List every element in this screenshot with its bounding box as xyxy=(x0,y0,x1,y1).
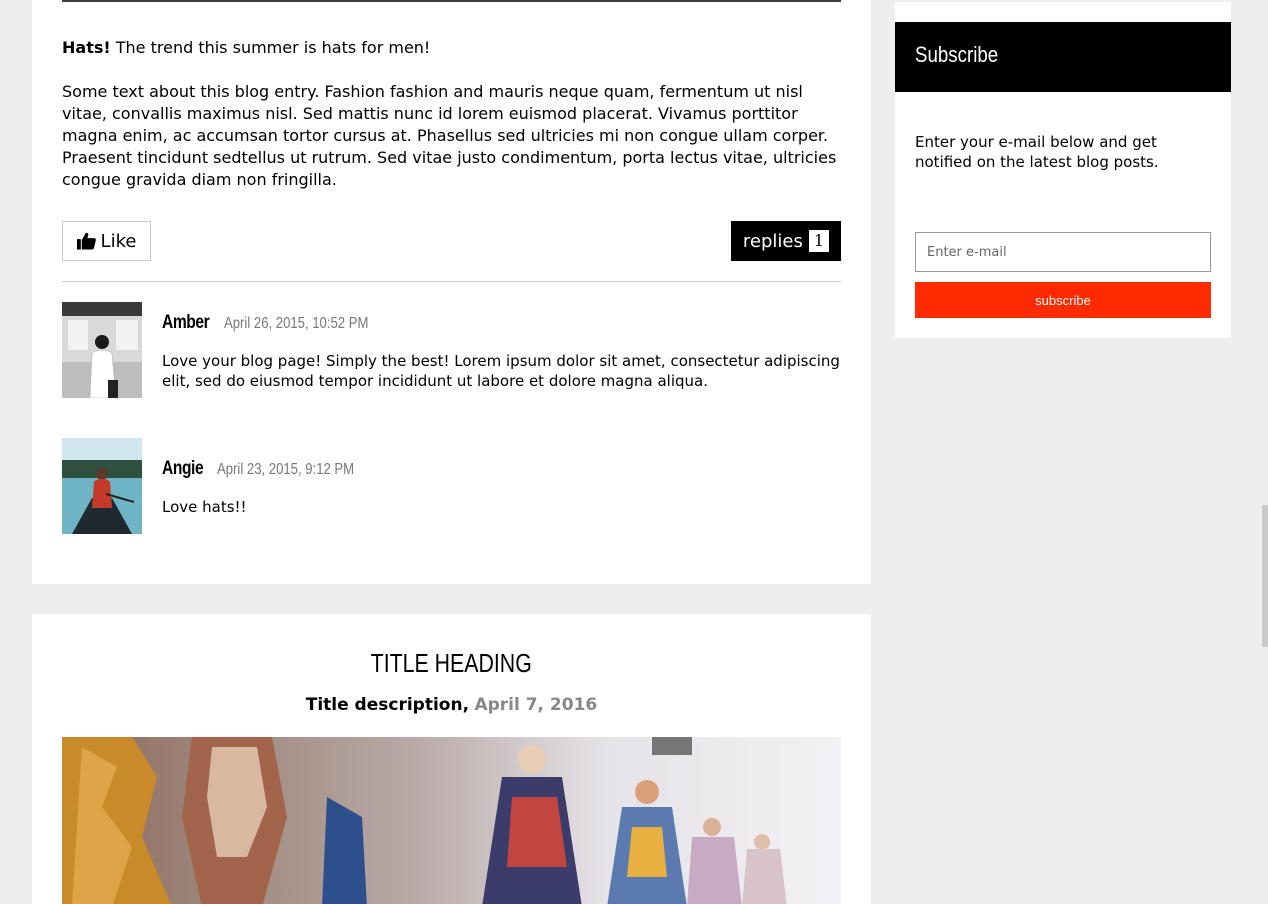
blog-post-card: TITLE HEADING Title description, April 7… xyxy=(32,614,871,904)
post-title-text: TITLE HEADING xyxy=(370,648,533,678)
post-image-bottom-edge xyxy=(62,0,841,2)
like-label: Like xyxy=(100,230,137,252)
comment-header: Amber April 26, 2015, 10:52 PM xyxy=(162,312,400,334)
comment-header: Angie April 23, 2015, 9:12 PM xyxy=(162,458,384,480)
post-lead: Hats! The trend this summer is hats for … xyxy=(62,38,430,58)
replies-button[interactable]: replies 1 xyxy=(731,221,841,261)
post-body: Some text about this blog entry. Fashion… xyxy=(62,82,837,189)
scrollbar-track[interactable] xyxy=(1262,0,1268,892)
comment-author: Amber xyxy=(162,312,210,333)
comment-date: April 26, 2015, 10:52 PM xyxy=(224,315,369,332)
post-description: Title description, April 7, 2016 xyxy=(32,695,871,715)
email-input[interactable] xyxy=(915,232,1211,272)
avatar xyxy=(62,438,142,534)
post-description-text: Title description, xyxy=(305,695,470,715)
replies-label: replies xyxy=(742,230,803,252)
replies-count-badge: 1 xyxy=(808,230,830,252)
widget-top-divider xyxy=(895,0,1231,2)
scrollbar-thumb[interactable] xyxy=(1262,505,1268,647)
subscribe-header: Subscribe xyxy=(895,22,1231,92)
post-lead-text: The trend this summer is hats for men! xyxy=(115,38,431,57)
post-lead-bold: Hats! xyxy=(62,38,111,57)
subscribe-widget: Subscribe Enter your e-mail below and ge… xyxy=(895,0,1231,338)
subscribe-title: Subscribe xyxy=(915,42,999,67)
subscribe-button[interactable]: subscribe xyxy=(915,282,1211,318)
comments-divider xyxy=(62,281,841,282)
comment-author: Angie xyxy=(162,458,204,479)
post-date: April 7, 2016 xyxy=(474,695,598,715)
comment-text: Love your blog page! Simply the best! Lo… xyxy=(162,352,840,390)
subscribe-text: Enter your e-mail below and get notified… xyxy=(915,133,1159,171)
post-image xyxy=(62,737,841,904)
comment-text: Love hats!! xyxy=(162,498,247,516)
post-title: TITLE HEADING xyxy=(32,648,871,679)
blog-post-card: Hats! The trend this summer is hats for … xyxy=(32,0,871,584)
avatar xyxy=(62,302,142,398)
like-button[interactable]: Like xyxy=(62,221,151,261)
thumbs-up-icon xyxy=(76,232,96,250)
comment-date: April 23, 2015, 9:12 PM xyxy=(216,461,354,478)
